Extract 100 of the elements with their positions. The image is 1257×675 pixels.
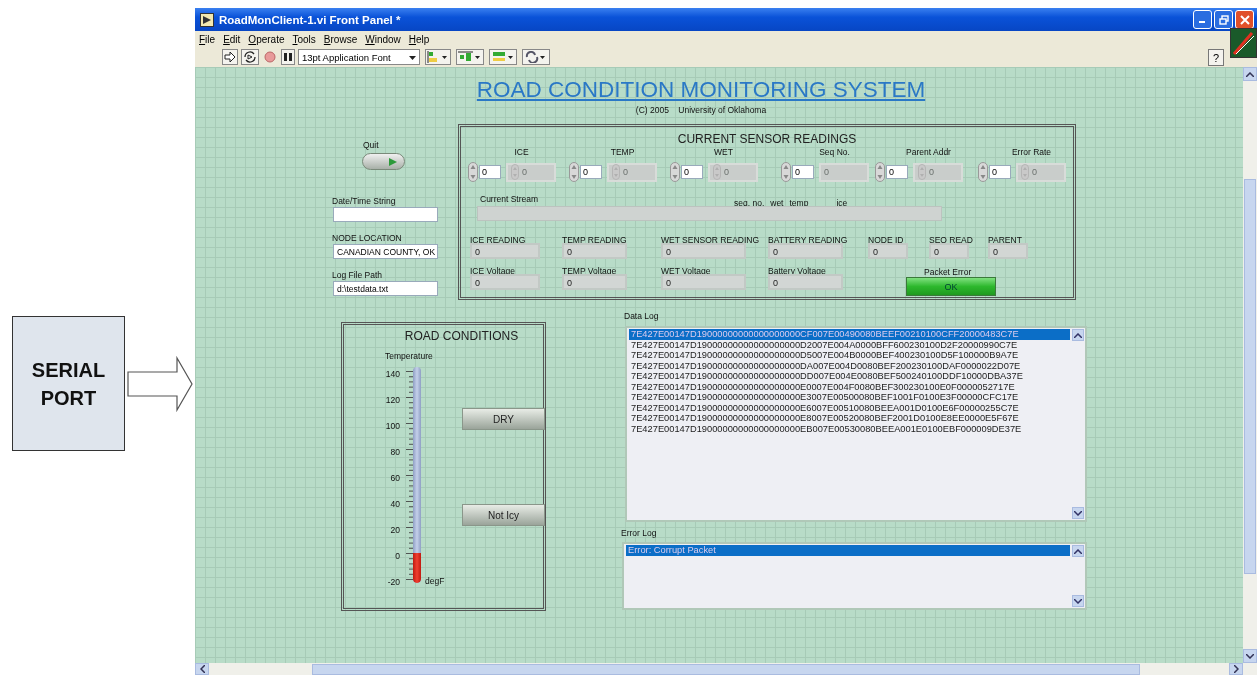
stepper-icon[interactable]: [875, 162, 885, 182]
control-label: ICE: [513, 147, 530, 157]
run-button[interactable]: [222, 49, 238, 65]
menu-item[interactable]: Edit: [223, 33, 241, 45]
vertical-scrollbar[interactable]: [1243, 67, 1257, 663]
log-row[interactable]: 7E427E00147D19000000000000000000DD007E004E0080BEF500240100DDF10000DBA37E: [629, 371, 1070, 382]
gauge-label: Temperature: [385, 351, 433, 361]
help-button[interactable]: ?: [1208, 49, 1224, 66]
stepper-icon[interactable]: [670, 162, 680, 182]
control-label: TEMP: [609, 147, 636, 157]
tick-label: 120: [385, 394, 400, 406]
menu-item[interactable]: Window: [365, 33, 401, 45]
scroll-up-button[interactable]: [1072, 545, 1084, 557]
field-label: NODE LOCATION: [332, 233, 402, 243]
numeric-control[interactable]: 0: [681, 165, 703, 179]
indicator-label: BATTERY READING: [768, 235, 848, 245]
scroll-down-button[interactable]: [1072, 507, 1084, 519]
vi-icon: [1230, 28, 1257, 58]
menu-item[interactable]: Help: [408, 33, 430, 45]
field-label: Log File Path: [332, 270, 383, 280]
log-row[interactable]: 7E427E00147D19000000000000000000E6007E00510080BEEA001D0100E6F00000255C7E: [629, 402, 1070, 413]
indicator-value: 0: [929, 167, 934, 177]
section-title: ROAD CONDITIONS: [403, 329, 520, 343]
numeric-indicator: 0: [661, 243, 746, 259]
control-label: Parent Addr: [905, 147, 952, 157]
section-title: CURRENT SENSOR READINGS: [676, 132, 858, 146]
numeric-indicator: 0: [661, 274, 746, 290]
scroll-thumb[interactable]: [312, 663, 1140, 675]
numeric-indicator: 0: [929, 243, 969, 259]
caret-up-icon: [1246, 71, 1254, 77]
app-icon: [200, 12, 214, 27]
log-row[interactable]: 7E427E00147D19000000000000000000D5007E004B0000BEF400230100D5F100000B9A7E: [629, 350, 1070, 361]
legend-text: temp: [789, 198, 809, 208]
restore-button[interactable]: [1214, 10, 1233, 29]
play-icon: [388, 156, 398, 167]
log-row[interactable]: 7E427E00147D19000000000000000000E0007E004F0080BEF300230100E0F0000052717E: [629, 381, 1070, 392]
legend-text: ice: [836, 198, 848, 208]
numeric-control[interactable]: 0: [479, 165, 501, 179]
caret-left-icon: [199, 665, 205, 673]
numeric-control[interactable]: 0: [989, 165, 1011, 179]
tick-label: 20: [390, 524, 400, 536]
resize-objects-button[interactable]: [489, 49, 517, 65]
text-field[interactable]: d:\testdata.txt: [333, 281, 438, 296]
horizontal-scrollbar[interactable]: [195, 663, 1257, 675]
font-dropdown[interactable]: 13pt Application Font: [298, 49, 420, 65]
tick-label: 80: [390, 446, 400, 458]
log-row[interactable]: 7E427E00147D19000000000000000000EB007E00530080BEEA001E0100EBF000009DE37E: [629, 423, 1070, 434]
log-row[interactable]: 7E427E00147D19000000000000000000E8007E00520080BEF2001D0100E8EE0000E5F67E: [629, 413, 1070, 424]
flow-arrow: [127, 355, 193, 412]
numeric-indicator: 0: [470, 243, 540, 259]
pause-button[interactable]: [281, 49, 295, 65]
caret-up-icon: [1074, 548, 1082, 554]
indicator-label: TEMP READING: [562, 235, 627, 245]
stepper-icon[interactable]: [468, 162, 478, 182]
indicator-label: WET SENSOR READING: [661, 235, 760, 245]
indicator-label: PARENT: [988, 235, 1022, 245]
caret-icon: [409, 56, 416, 60]
indicator-label: NODE ID: [868, 235, 904, 245]
scroll-thumb[interactable]: [1244, 179, 1256, 574]
menu-item[interactable]: File: [199, 33, 216, 45]
distribute-objects-button[interactable]: [456, 49, 484, 65]
text-field[interactable]: [333, 207, 438, 222]
indicator-value: 0: [623, 167, 628, 177]
stepper-icon[interactable]: [978, 162, 988, 182]
log-row[interactable]: 7E427E00147D19000000000000000000D2007E004A0000BFF600230100D2F20000990C7E: [629, 339, 1070, 350]
run-continuously-button[interactable]: [241, 49, 259, 65]
numeric-control[interactable]: 0: [580, 165, 602, 179]
panel-title: ROAD CONDITION MONITORING SYSTEM: [475, 77, 927, 103]
numeric-indicator: 0: [562, 274, 627, 290]
menu-item[interactable]: Operate: [248, 33, 285, 45]
scroll-down-button[interactable]: [1243, 649, 1257, 663]
scroll-left-button[interactable]: [195, 663, 209, 675]
scroll-right-button[interactable]: [1229, 663, 1243, 675]
log-row[interactable]: 7E427E00147D19000000000000000000CF007E00490080BEEF00210100CFF20000483C7E: [629, 329, 1070, 340]
numeric-control[interactable]: 0: [886, 165, 908, 179]
numeric-control[interactable]: 0: [792, 165, 814, 179]
log-row[interactable]: Error: Corrupt Packet: [626, 545, 1070, 556]
minimize-button[interactable]: [1193, 10, 1212, 29]
tick-label: 0: [395, 550, 400, 562]
align-objects-button[interactable]: [425, 49, 451, 65]
text-field[interactable]: CANADIAN COUNTY, OK: [333, 244, 438, 259]
quit-button[interactable]: [362, 153, 405, 170]
menu-item[interactable]: Tools: [292, 33, 316, 45]
scroll-down-button[interactable]: [1072, 595, 1084, 607]
indicator-label: WET Voltage: [661, 266, 711, 276]
status-indicator: OK: [906, 277, 996, 296]
scroll-up-button[interactable]: [1072, 329, 1084, 341]
numeric-indicator: 0: [562, 243, 627, 259]
stepper-icon[interactable]: [781, 162, 791, 182]
stepper-icon[interactable]: [569, 162, 579, 182]
list-label: Data Log: [624, 311, 659, 321]
list-label: Error Log: [621, 528, 657, 538]
log-row[interactable]: 7E427E00147D19000000000000000000E3007E00500080BEF1001F0100E3F00000CFC17E: [629, 392, 1070, 403]
scroll-up-button[interactable]: [1243, 67, 1257, 81]
tick-label: 60: [390, 472, 400, 484]
legend-text: wet: [770, 198, 784, 208]
reorder-button[interactable]: [522, 49, 550, 65]
menu-item[interactable]: Browse: [323, 33, 358, 45]
indicator-label: Battery Voltage: [768, 266, 826, 276]
log-row[interactable]: 7E427E00147D19000000000000000000DA007E004D0080BEF200230100DAF0000022D07E: [629, 360, 1070, 371]
